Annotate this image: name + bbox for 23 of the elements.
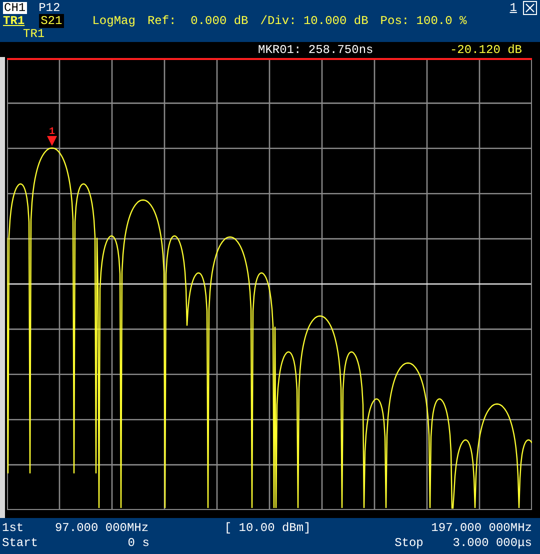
footer-value: 197.000 000MHz xyxy=(431,520,532,534)
marker-value: -20.120 dB xyxy=(450,42,522,56)
measurement-label: S21 xyxy=(38,14,64,28)
footer-label: Start xyxy=(2,536,40,550)
footer-value: 3.000 000μs xyxy=(452,536,532,550)
power-value: [ 10.00 dBm] xyxy=(224,520,311,534)
close-icon[interactable] xyxy=(523,0,537,14)
trace-label[interactable]: TR1 xyxy=(3,14,25,28)
parameter-label: P12 xyxy=(38,0,60,14)
window-number: 1 xyxy=(508,0,517,14)
channel-label: CH1 xyxy=(3,2,27,14)
marker-readout: MKR01: 258.750ns xyxy=(258,42,374,56)
format-label: LogMag xyxy=(92,14,136,28)
reference-value: Ref: 0.000 dB xyxy=(147,14,248,28)
trace-name: TR1 xyxy=(23,26,45,40)
position-value: Pos: 100.0 % xyxy=(380,14,467,28)
marker-icon[interactable] xyxy=(47,136,57,146)
footer-value: 97.000 000MHz xyxy=(54,520,147,534)
footer-value: 0 s xyxy=(126,536,150,550)
marker-number: 1 xyxy=(49,127,55,138)
scale-value: /Div: 10.000 dB xyxy=(260,14,368,28)
footer-label: 1st xyxy=(2,520,25,534)
footer-label: Stop xyxy=(394,536,424,550)
